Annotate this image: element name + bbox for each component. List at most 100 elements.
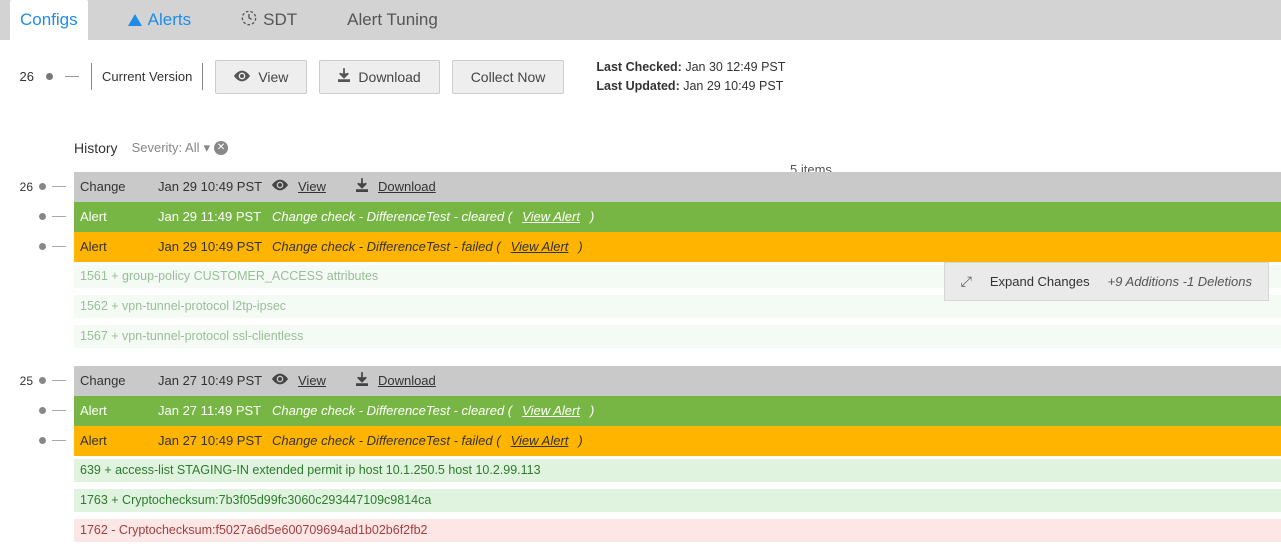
view-alert-link[interactable]: View Alert [522,209,580,224]
alert-row-failed: Alert Jan 27 10:49 PST Change check - Di… [0,426,1281,456]
view-link[interactable]: View [298,179,326,194]
alert-close-paren: ) [578,433,582,448]
row-time: Jan 29 10:49 PST [158,239,272,254]
view-link[interactable]: View [298,373,326,388]
timeline-dot-icon [39,183,46,190]
diff-deletion-line: 1762 - Cryptochecksum:f5027a6d5e60070969… [74,519,1281,543]
toolbar-row: 26 Current Version View Download Collect… [0,40,1281,114]
download-button-label: Download [358,69,420,85]
change-row: 25 Change Jan 27 10:49 PST View Download [0,366,1281,396]
collect-button-label: Collect Now [471,69,546,85]
alert-text: Change check - DifferenceTest - cleared … [272,209,512,224]
view-button[interactable]: View [215,60,307,94]
view-alert-link[interactable]: View Alert [511,239,569,254]
clock-icon [241,10,257,31]
tab-sdt-label: SDT [263,10,297,30]
timeline-dot-icon [46,73,53,80]
tab-sdt[interactable]: SDT [231,0,307,40]
timeline-dot-icon [39,243,46,250]
row-time: Jan 29 10:49 PST [158,179,272,194]
download-link[interactable]: Download [378,179,436,194]
clear-filter-icon[interactable]: ✕ [214,141,228,155]
severity-filter[interactable]: Severity: All ▾ ✕ [132,140,228,156]
alert-close-paren: ) [590,403,594,418]
tab-alerts-label: Alerts [148,10,191,30]
alert-triangle-icon [128,14,142,26]
version-number: 26 [13,180,33,194]
diff-row: 1567 + vpn-tunnel-protocol ssl-clientles… [0,322,1281,352]
tab-alerts[interactable]: Alerts [118,0,201,40]
download-link[interactable]: Download [378,373,436,388]
timeline-dot-icon [39,407,46,414]
tab-tuning-label: Alert Tuning [347,10,438,30]
alert-row-failed: Alert Jan 29 10:49 PST Change check - Di… [0,232,1281,262]
timeline-dot-icon [39,213,46,220]
current-version-label: Current Version [91,63,203,90]
severity-label: Severity: All [132,140,200,155]
diff-addition-line: 639 + access-list STAGING-IN extended pe… [74,459,1281,483]
eye-icon [272,373,288,388]
expand-label: Expand Changes [990,274,1090,289]
diff-row: 1762 - Cryptochecksum:f5027a6d5e60070969… [0,516,1281,546]
timeline-line-icon [52,186,66,187]
timeline-line-icon [52,410,66,411]
expand-stats: +9 Additions -1 Deletions [1108,274,1252,289]
row-time: Jan 27 10:49 PST [158,433,272,448]
alert-text: Change check - DifferenceTest - failed ( [272,239,501,254]
diff-addition-line: 1567 + vpn-tunnel-protocol ssl-clientles… [74,325,1281,349]
timeline-dot-icon [39,377,46,384]
diff-addition-line: 1763 + Cryptochecksum:7b3f05d99fc3060c29… [74,489,1281,513]
alert-close-paren: ) [590,209,594,224]
timeline-line-icon [52,216,66,217]
tab-configs-label: Configs [20,10,78,30]
download-icon [356,178,368,195]
view-alert-link[interactable]: View Alert [511,433,569,448]
download-icon [338,68,350,85]
row-type: Alert [74,403,158,418]
row-type: Alert [74,239,158,254]
alert-close-paren: ) [578,239,582,254]
row-type: Alert [74,433,158,448]
view-button-label: View [258,69,288,85]
timeline-line-icon [52,380,66,381]
expand-changes-button[interactable]: ⤢ Expand Changes +9 Additions -1 Deletio… [944,262,1269,301]
version-number: 25 [13,374,33,388]
row-time: Jan 27 11:49 PST [158,403,272,418]
expand-icon: ⤢ [961,273,972,290]
tabs-bar: Configs Alerts SDT Alert Tuning [0,0,1281,40]
collect-now-button[interactable]: Collect Now [452,60,565,94]
timeline-dot-icon [39,437,46,444]
eye-icon [272,179,288,194]
timeline-line-icon [52,440,66,441]
history-group: 26 Change Jan 29 10:49 PST View Download [0,172,1281,352]
diff-row: 1763 + Cryptochecksum:7b3f05d99fc3060c29… [0,486,1281,516]
row-type: Alert [74,209,158,224]
chevron-down-icon: ▾ [203,140,210,156]
alert-row-cleared: Alert Jan 27 11:49 PST Change check - Di… [0,396,1281,426]
diff-row: 639 + access-list STAGING-IN extended pe… [0,456,1281,486]
alert-row-cleared: Alert Jan 29 11:49 PST Change check - Di… [0,202,1281,232]
row-type: Change [74,179,158,194]
alert-text: Change check - DifferenceTest - failed ( [272,433,501,448]
last-checked-value: Jan 30 12:49 PST [685,60,785,74]
history-header: History Severity: All ▾ ✕ [0,134,1281,162]
timestamps-block: Last Checked: Jan 30 12:49 PST Last Upda… [596,58,785,96]
tab-configs[interactable]: Configs [10,0,88,40]
alert-text: Change check - DifferenceTest - cleared … [272,403,512,418]
row-type: Change [74,373,158,388]
row-time: Jan 27 10:49 PST [158,373,272,388]
history-label: History [74,140,118,156]
timeline-line-icon [65,76,79,77]
download-button[interactable]: Download [319,60,439,94]
row-time: Jan 29 11:49 PST [158,209,272,224]
last-updated-value: Jan 29 10:49 PST [683,79,783,93]
change-row: 26 Change Jan 29 10:49 PST View Download [0,172,1281,202]
timeline-line-icon [52,246,66,247]
history-group: 25 Change Jan 27 10:49 PST View Download [0,366,1281,546]
tab-alert-tuning[interactable]: Alert Tuning [337,0,448,40]
download-icon [356,372,368,389]
view-alert-link[interactable]: View Alert [522,403,580,418]
last-updated-label: Last Updated: [596,79,679,93]
eye-icon [234,69,250,85]
last-checked-label: Last Checked: [596,60,681,74]
